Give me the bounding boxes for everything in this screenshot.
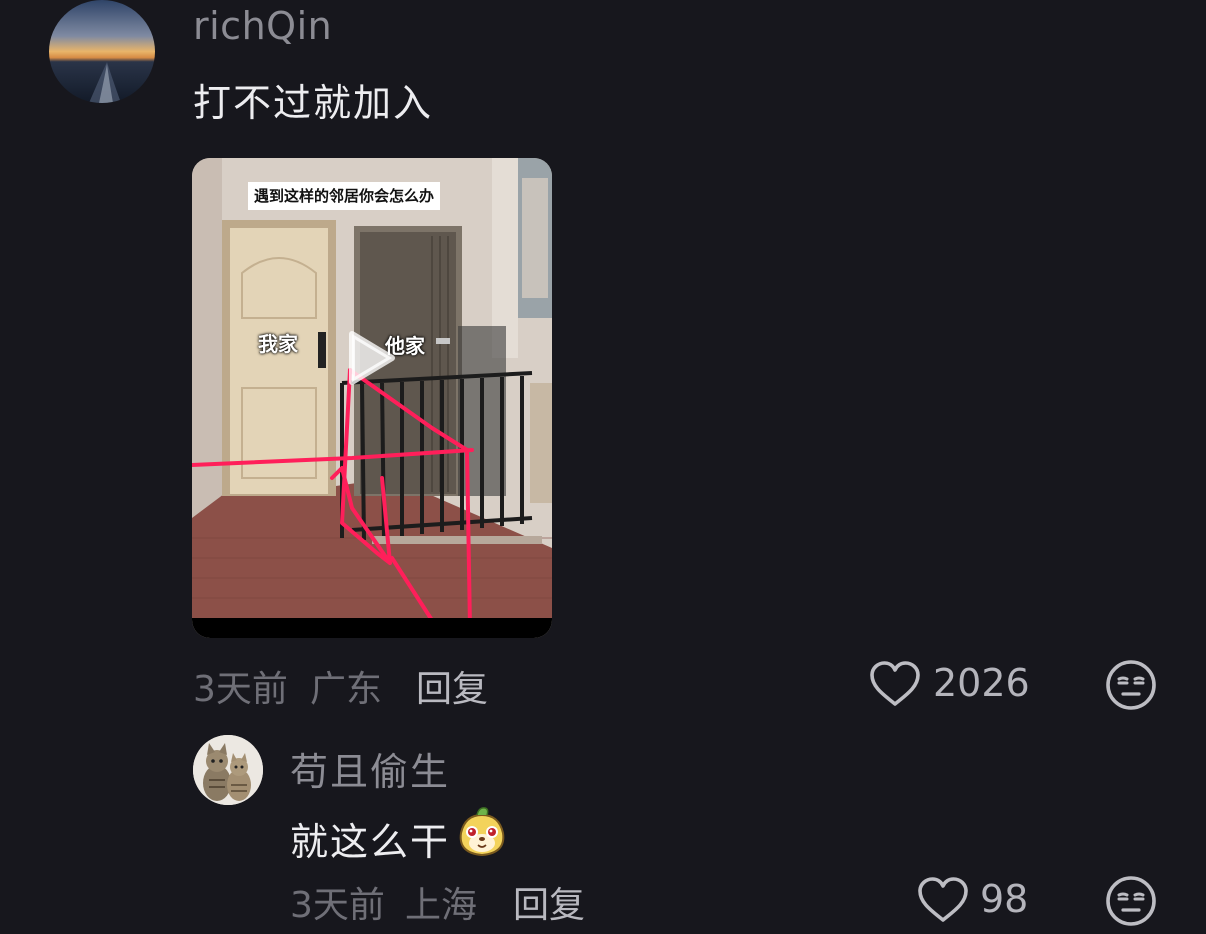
reply-button[interactable]: 回复: [513, 876, 585, 928]
meh-face-icon[interactable]: [1104, 658, 1158, 712]
comment-text: 打不过就加入: [193, 81, 434, 125]
video-caption: 遇到这样的邻居你会怎么办: [248, 182, 441, 210]
reply-button[interactable]: 回复: [416, 660, 488, 712]
comment-time: 3天前: [290, 885, 385, 926]
comment-username[interactable]: 苟且偷生: [290, 741, 450, 796]
cute-face-sticker: [455, 805, 509, 859]
avatar-richqin[interactable]: [49, 0, 155, 103]
meh-face-icon[interactable]: [1104, 874, 1158, 928]
label-my-home: 我家: [258, 332, 298, 356]
comment-text: 就这么干: [290, 820, 451, 864]
heart-outline-icon[interactable]: [916, 876, 970, 924]
heart-outline-icon[interactable]: [868, 660, 922, 708]
comment-time: 3天前: [193, 669, 288, 710]
avatar-cats[interactable]: [193, 735, 263, 805]
comment-location: 广东: [310, 669, 383, 710]
like-count: 98: [980, 877, 1029, 921]
like-count: 2026: [933, 661, 1030, 705]
comment-location: 上海: [405, 885, 478, 926]
comment-video-thumbnail[interactable]: 遇到这样的邻居你会怎么办 我家 他家: [192, 158, 552, 638]
comment-username[interactable]: richQin: [193, 4, 332, 48]
play-icon[interactable]: [348, 330, 396, 386]
